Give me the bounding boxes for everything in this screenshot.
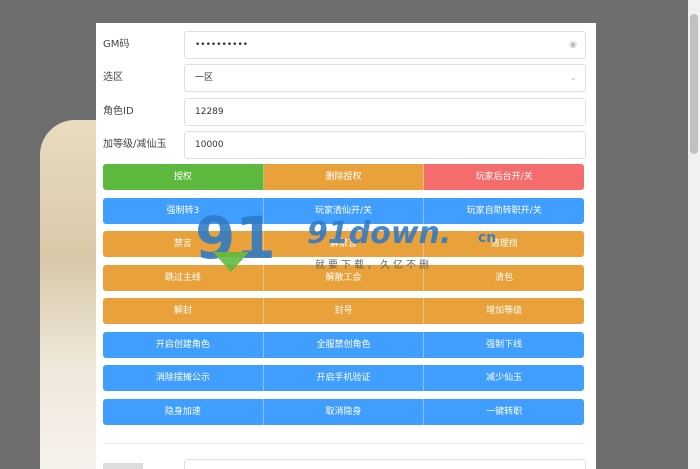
amount-value: 10000 <box>195 140 224 150</box>
disband-guild-button[interactable]: 解散工会 <box>263 265 425 291</box>
role-id-label: 角色ID <box>103 106 134 117</box>
enable-phone-verify-button[interactable]: 开启手机验证 <box>263 365 425 391</box>
stealth-speed-button[interactable]: 隐身加速 <box>103 399 264 425</box>
one-key-job-change-button[interactable]: 一键转职 <box>424 399 585 425</box>
force-offline-button[interactable]: 强制下线 <box>424 332 585 358</box>
button-row: 强制转3 玩家清仙开/关 玩家自助转职开/关 <box>103 198 585 224</box>
next-field-label <box>103 463 143 469</box>
gm-code-label: GM码 <box>103 39 130 50</box>
authorize-button[interactable]: 授权 <box>103 164 264 190</box>
clear-bag-button[interactable]: 清包 <box>424 265 585 291</box>
seal-account-button[interactable]: 封号 <box>263 298 425 324</box>
region-label: 选区 <box>103 72 123 83</box>
button-row: 消除摆摊公示 开启手机验证 减少仙玉 <box>103 365 585 391</box>
divider <box>103 443 585 444</box>
page-scrollbar[interactable] <box>688 0 700 469</box>
amount-input[interactable]: 10000 <box>184 131 586 159</box>
add-level-button[interactable]: 增加等级 <box>424 298 585 324</box>
region-row: 选区 一区 ⌄ <box>103 64 586 92</box>
reduce-jade-button[interactable]: 减少仙玉 <box>424 365 585 391</box>
player-self-job-toggle-button[interactable]: 玩家自助转职开/关 <box>424 198 585 224</box>
revoke-authorize-button[interactable]: 删除授权 <box>263 164 425 190</box>
scrollbar-thumb[interactable] <box>690 14 698 154</box>
unseal-button[interactable]: 解封 <box>103 298 264 324</box>
role-id-value: 12289 <box>195 107 224 117</box>
force-change-button[interactable]: 强制转3 <box>103 198 264 224</box>
enable-create-role-button[interactable]: 开启创建角色 <box>103 332 264 358</box>
role-id-input[interactable]: 12289 <box>184 98 586 126</box>
region-value: 一区 <box>195 73 214 83</box>
button-row: 隐身加速 取消隐身 一键转职 <box>103 399 585 425</box>
region-select[interactable]: 一区 ⌄ <box>184 64 586 92</box>
clear-shield-button[interactable]: 清理挡 <box>424 231 585 257</box>
gm-code-row: GM码 •••••••••• ◉ <box>103 31 586 59</box>
chevron-down-icon: ⌄ <box>569 73 577 83</box>
button-row: 跳过主线 解散工会 清包 <box>103 265 585 291</box>
amount-row: 加等级/减仙玉 10000 <box>103 131 586 159</box>
ban-speak-button[interactable]: 禁言 <box>103 231 264 257</box>
unban-speak-button[interactable]: 解禁言 <box>263 231 425 257</box>
button-row: 禁言 解禁言 清理挡 <box>103 231 585 257</box>
gm-panel: GM码 •••••••••• ◉ 选区 一区 ⌄ 角色ID 12289 加等级/… <box>96 23 596 469</box>
gm-code-input[interactable]: •••••••••• ◉ <box>184 31 586 59</box>
clear-stall-notice-button[interactable]: 消除摆摊公示 <box>103 365 264 391</box>
amount-label: 加等级/减仙玉 <box>103 139 167 150</box>
skip-mainline-button[interactable]: 跳过主线 <box>103 265 264 291</box>
next-field-input[interactable] <box>184 459 586 469</box>
cancel-stealth-button[interactable]: 取消隐身 <box>263 399 425 425</box>
player-xian-toggle-button[interactable]: 玩家清仙开/关 <box>263 198 425 224</box>
button-row: 开启创建角色 全服禁创角色 强制下线 <box>103 332 585 358</box>
gm-code-value: •••••••••• <box>195 40 249 50</box>
button-row: 解封 封号 增加等级 <box>103 298 585 324</box>
player-backend-toggle-button[interactable]: 玩家后台开/关 <box>424 164 585 190</box>
server-ban-role-button[interactable]: 全服禁创角色 <box>263 332 425 358</box>
eye-icon[interactable]: ◉ <box>569 32 577 58</box>
button-row: 授权 删除授权 玩家后台开/关 <box>103 164 585 190</box>
role-id-row: 角色ID 12289 <box>103 98 586 126</box>
